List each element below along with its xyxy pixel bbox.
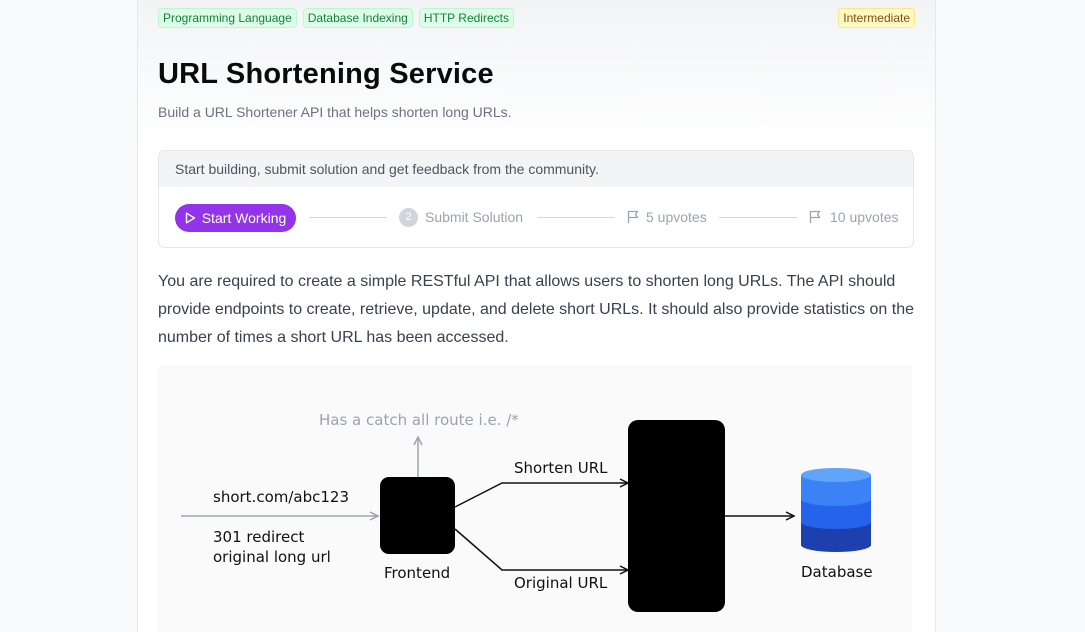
start-working-label: Start Working xyxy=(201,210,287,226)
frontend-box xyxy=(380,477,455,554)
frontend-label: Frontend xyxy=(384,564,450,582)
original-url-arrow xyxy=(454,528,628,570)
step-number-badge: 2 xyxy=(399,208,418,227)
flag-icon xyxy=(809,210,821,223)
project-description: You are required to create a simple REST… xyxy=(158,273,914,346)
step-connector xyxy=(537,217,615,218)
tag-list: Programming Language Database Indexing H… xyxy=(158,8,514,28)
backend-box xyxy=(628,420,725,612)
database-label: Database xyxy=(801,563,873,581)
architecture-diagram: Has a catch all route i.e. /* short.com/… xyxy=(158,365,912,632)
step-connector xyxy=(719,217,797,218)
tag-http-redirects[interactable]: HTTP Redirects xyxy=(418,8,514,28)
upvotes-5-step: 5 upvotes xyxy=(646,209,707,225)
page-subtitle: Build a URL Shortener API that helps sho… xyxy=(158,104,512,120)
page-title: URL Shortening Service xyxy=(158,58,494,90)
tag-database-indexing[interactable]: Database Indexing xyxy=(302,8,413,28)
play-icon xyxy=(185,212,195,224)
shorten-url-label: Shorten URL xyxy=(514,459,608,477)
redirect-label-line2: original long url xyxy=(213,548,331,566)
progress-steps: Start Working 2 Submit Solution 5 upvote… xyxy=(159,187,913,247)
catch-all-label: Has a catch all route i.e. /* xyxy=(319,411,519,429)
progress-card-header: Start building, submit solution and get … xyxy=(159,151,913,187)
upvotes-10-step: 10 upvotes xyxy=(830,209,899,225)
short-url-label: short.com/abc123 xyxy=(213,488,349,506)
submit-solution-step: Submit Solution xyxy=(425,209,524,225)
progress-card: Start building, submit solution and get … xyxy=(158,150,914,248)
start-working-button[interactable]: Start Working xyxy=(175,204,296,232)
tag-programming-language[interactable]: Programming Language xyxy=(158,8,297,28)
flag-icon xyxy=(627,210,639,223)
original-url-label: Original URL xyxy=(514,574,608,592)
shorten-url-arrow xyxy=(454,483,628,508)
redirect-label-line1: 301 redirect xyxy=(213,528,304,546)
difficulty-badge: Intermediate xyxy=(838,8,915,28)
database-icon xyxy=(801,468,871,552)
step-connector xyxy=(309,217,387,218)
project-page: Programming Language Database Indexing H… xyxy=(137,0,936,632)
hero-section: Programming Language Database Indexing H… xyxy=(138,0,935,150)
diagram-svg: Has a catch all route i.e. /* short.com/… xyxy=(181,411,873,612)
